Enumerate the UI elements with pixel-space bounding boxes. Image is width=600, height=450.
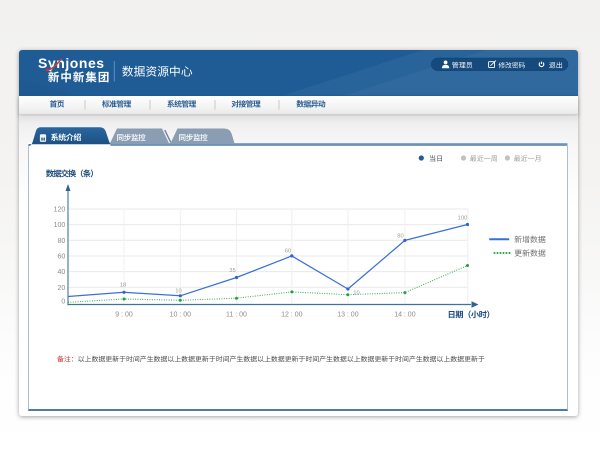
svg-text:100: 100 [458,216,468,222]
svg-text:60: 60 [58,254,66,261]
svg-text:0: 0 [61,299,65,306]
svg-text:10: 10 [175,288,181,294]
svg-text:Synjones: Synjones [38,55,105,71]
svg-text:35: 35 [229,268,235,274]
svg-text:100: 100 [54,222,66,229]
svg-text:80: 80 [397,234,403,240]
svg-text:13 : 00: 13 : 00 [337,312,359,319]
svg-text:80: 80 [58,238,66,245]
svg-text:11 : 00: 11 : 00 [226,312,247,319]
svg-text:12 : 00: 12 : 00 [281,312,303,319]
svg-text:9 : 00: 9 : 00 [115,312,133,319]
svg-text:18: 18 [120,283,126,289]
svg-text:120: 120 [54,207,66,214]
svg-text:60: 60 [285,249,291,255]
svg-text:10 : 00: 10 : 00 [170,312,192,319]
svg-text:14 : 00: 14 : 00 [394,312,416,319]
svg-text:10: 10 [353,290,359,296]
svg-text:20: 20 [58,285,66,292]
svg-text:40: 40 [58,269,66,276]
